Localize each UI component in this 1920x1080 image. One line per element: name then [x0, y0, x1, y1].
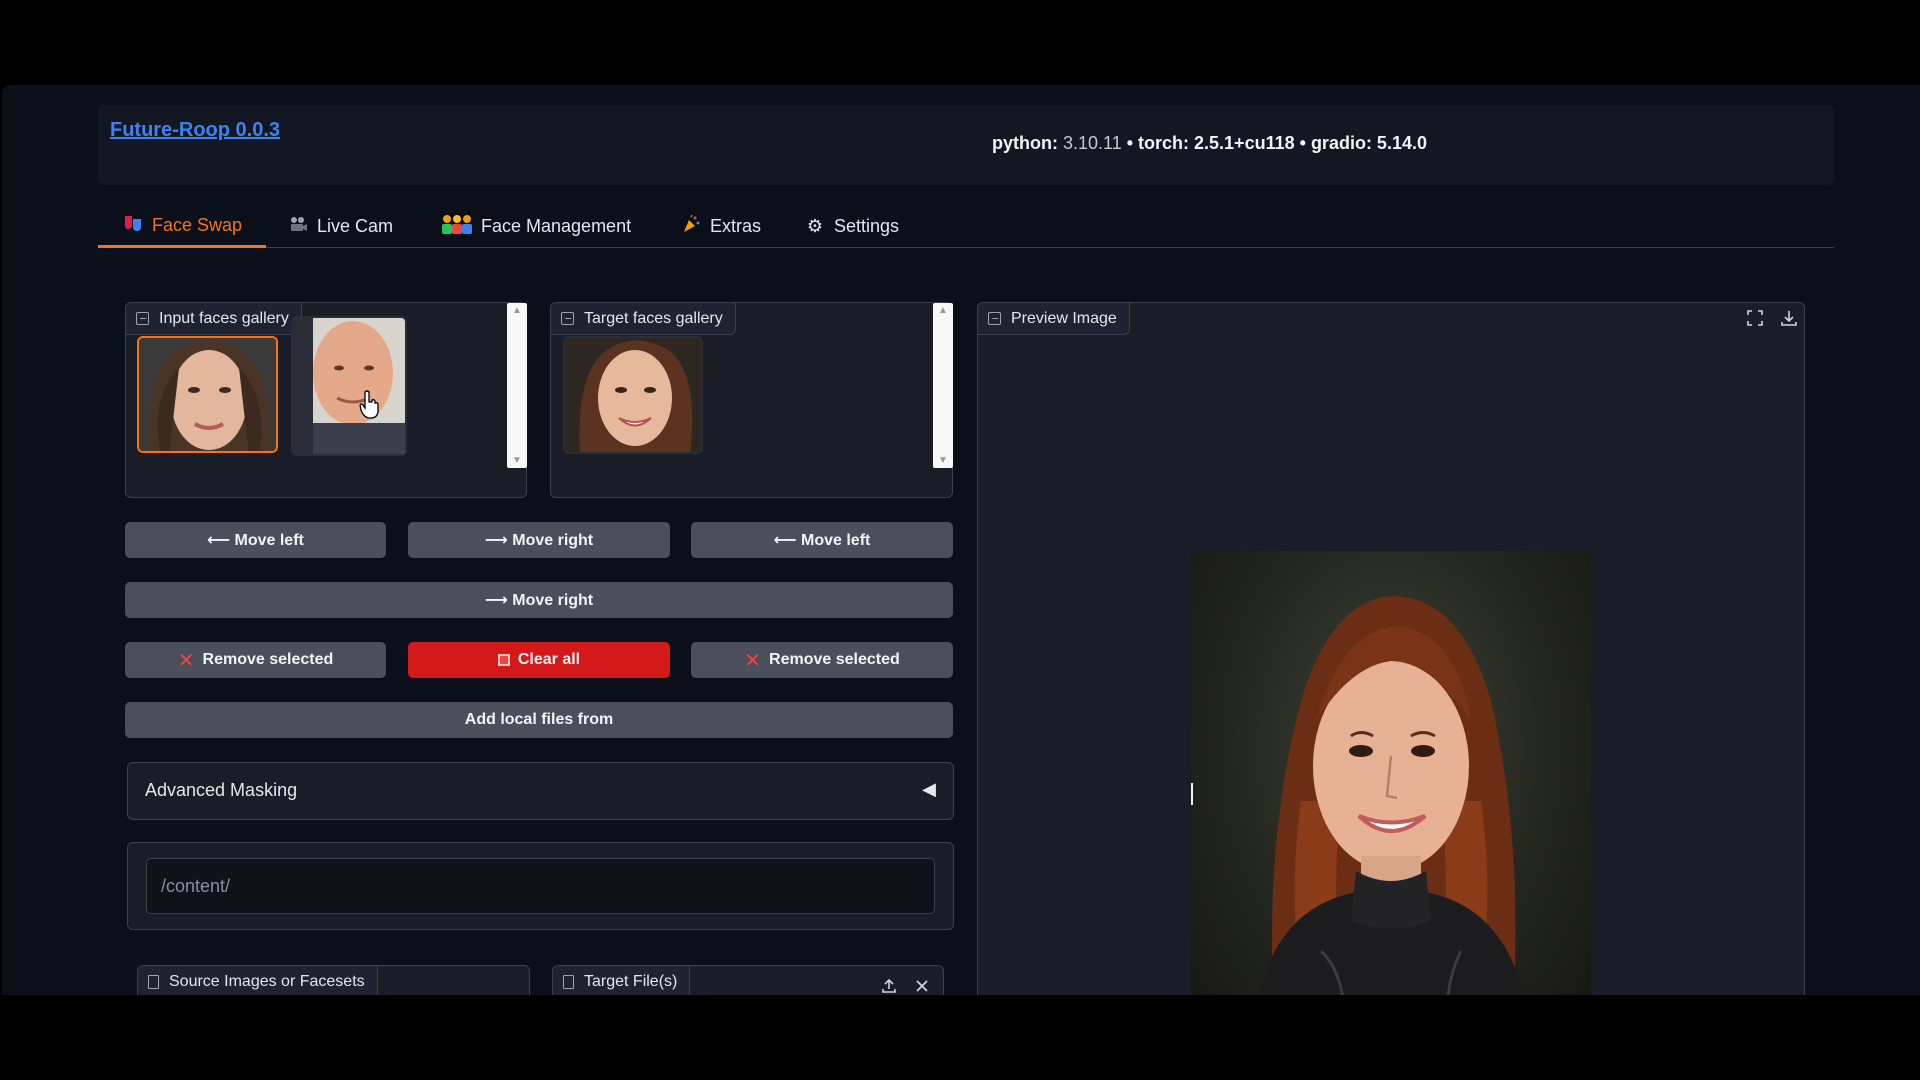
input-remove-selected-button[interactable]: ✕ Remove selected — [125, 642, 386, 678]
python-version: 3.10.11 — [1062, 133, 1122, 153]
face-swap-icon — [122, 213, 144, 238]
separator: • — [1121, 133, 1139, 153]
target-move-right-button[interactable]: ⟶ Move right — [125, 582, 953, 618]
camera-icon — [287, 214, 309, 239]
input-move-left-button[interactable]: ⟵ Move left — [125, 522, 386, 558]
button-label: Remove selected — [769, 651, 900, 668]
torch-version: torch: 2.5.1+cu118 — [1138, 133, 1295, 153]
hand-cursor-icon — [359, 390, 379, 419]
input-faces-gallery: Input faces gallery ▲ ▼ — [125, 302, 527, 498]
button-label: Clear all — [517, 651, 581, 668]
image-icon — [136, 312, 149, 325]
image-icon — [988, 312, 1001, 325]
tab-face-swap[interactable]: Face Swap — [98, 205, 267, 248]
upload-label: Target File(s) — [553, 966, 691, 995]
upload-icon[interactable] — [875, 972, 903, 995]
face-woman-portrait — [139, 338, 276, 451]
target-move-left-button[interactable]: ⟵ Move left — [691, 522, 953, 558]
source-images-upload[interactable]: Source Images or Facesets — [137, 965, 530, 995]
stop-icon — [497, 654, 510, 666]
face-young-woman-portrait — [565, 338, 701, 452]
gallery-scrollbar[interactable]: ▲ ▼ — [507, 303, 527, 468]
python-label: python: — [992, 133, 1063, 153]
preview-portrait-image — [1191, 551, 1591, 995]
swapped-face-portrait — [1258, 596, 1524, 995]
gallery-label-text: Target faces gallery — [584, 309, 723, 327]
tab-face-management[interactable]: Face Management — [441, 205, 631, 248]
upload-label-text: Source Images or Facesets — [169, 973, 365, 990]
gallery-thumb-man[interactable] — [291, 316, 407, 456]
gallery-label: Target faces gallery — [551, 303, 736, 335]
clear-all-button[interactable]: Clear all — [408, 642, 670, 678]
target-remove-selected-button[interactable]: ✕ Remove selected — [691, 642, 953, 678]
file-icon — [563, 975, 574, 989]
close-icon[interactable] — [908, 972, 936, 995]
tab-label: Extras — [710, 216, 762, 236]
tab-live-cam[interactable]: Live Cam — [287, 205, 393, 248]
app-window: Future-Roop 0.0.3 python: 3.10.11 • torc… — [2, 85, 1920, 995]
add-local-files-button[interactable]: Add local files from — [125, 702, 953, 738]
target-files-upload[interactable]: Target File(s) — [552, 965, 944, 995]
close-icon: ✕ — [744, 649, 762, 672]
folder-path-input[interactable]: /content/ — [146, 858, 935, 914]
tab-label: Settings — [834, 216, 900, 236]
tab-label: Live Cam — [317, 216, 394, 236]
tab-settings[interactable]: ⚙ Settings — [804, 205, 899, 248]
face-bald-man-portrait — [293, 318, 405, 454]
download-icon[interactable] — [1775, 304, 1803, 332]
accordion-label: Advanced Masking — [145, 780, 298, 800]
text-cursor — [1191, 783, 1193, 805]
image-icon — [561, 312, 574, 325]
gallery-thumb-woman[interactable] — [137, 336, 278, 453]
collapse-triangle-icon: ◀ — [922, 779, 936, 799]
target-faces-gallery: Target faces gallery ▲ ▼ — [550, 302, 953, 498]
header-bar: Future-Roop 0.0.3 python: 3.10.11 • torc… — [98, 105, 1834, 185]
upload-label: Source Images or Facesets — [138, 966, 378, 995]
gear-icon: ⚙ — [806, 216, 824, 236]
tab-label: Face Swap — [152, 214, 243, 235]
gallery-label: Input faces gallery — [126, 303, 302, 335]
app-title-link[interactable]: Future-Roop 0.0.3 — [110, 119, 280, 142]
file-icon — [148, 975, 159, 989]
tab-bar: Face Swap Live Cam Face Management Extra… — [98, 205, 1834, 248]
advanced-masking-accordion[interactable]: Advanced Masking ◀ — [127, 762, 954, 820]
folder-input-block: /content/ — [127, 842, 954, 930]
preview-label: Preview Image — [978, 303, 1130, 335]
gradio-version: gradio: 5.14.0 — [1310, 133, 1427, 153]
tab-label: Face Management — [481, 216, 632, 236]
preview-label-text: Preview Image — [1011, 309, 1117, 327]
upload-label-text: Target File(s) — [584, 973, 678, 990]
version-info: python: 3.10.11 • torch: 2.5.1+cu118 • g… — [992, 133, 1427, 154]
people-icon — [441, 213, 473, 240]
gallery-thumb-young-woman[interactable] — [563, 336, 703, 454]
preview-image-panel: Preview Image — [977, 302, 1805, 995]
separator: • — [1294, 133, 1311, 153]
button-label: Remove selected — [202, 651, 334, 668]
gallery-label-text: Input faces gallery — [159, 309, 289, 327]
close-icon: ✕ — [177, 649, 195, 672]
tab-extras[interactable]: Extras — [680, 205, 761, 248]
party-icon — [680, 214, 702, 239]
gallery-scrollbar[interactable]: ▲ ▼ — [933, 303, 953, 468]
input-move-right-button[interactable]: ⟶ Move right — [408, 522, 670, 558]
fullscreen-icon[interactable] — [1741, 304, 1769, 332]
